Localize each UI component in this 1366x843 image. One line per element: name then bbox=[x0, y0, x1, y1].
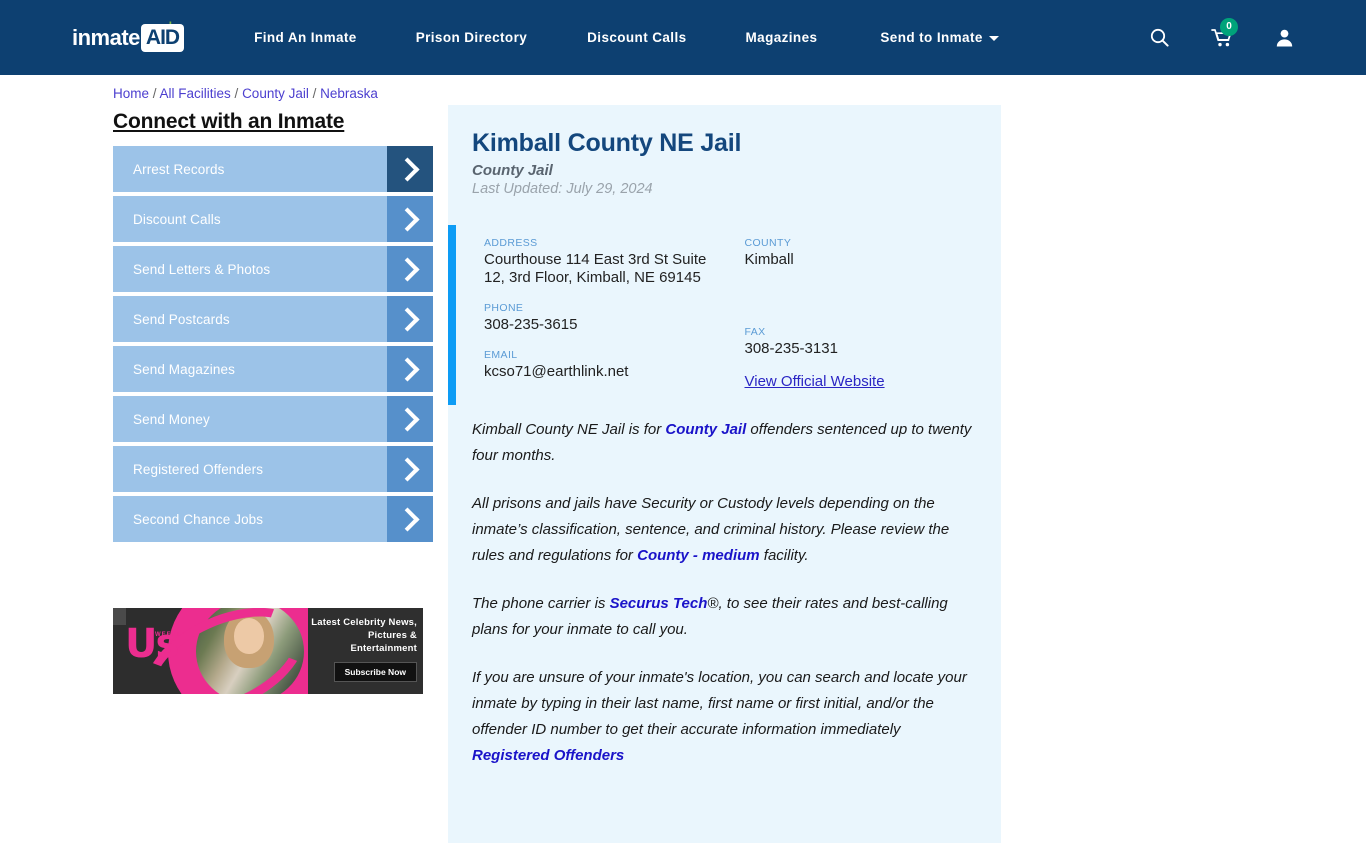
ad-logo: Us bbox=[125, 621, 179, 667]
chevron-right-icon bbox=[387, 446, 433, 492]
ad-subscribe-button[interactable]: Subscribe Now bbox=[333, 662, 417, 682]
sidebar-item-second-chance-jobs[interactable]: Second Chance Jobs bbox=[113, 496, 433, 542]
registered-offenders-link[interactable]: Registered Offenders bbox=[472, 747, 624, 764]
p4-text-a: If you are unsure of your inmate's locat… bbox=[472, 669, 967, 738]
sidebar-item-label: Send Magazines bbox=[133, 361, 235, 377]
site-header: inmate + AID Find An Inmate Prison Direc… bbox=[0, 0, 1366, 75]
county-jail-link[interactable]: County Jail bbox=[665, 421, 746, 438]
sidebar: Connect with an Inmate Arrest Records Di… bbox=[113, 110, 433, 546]
breadcrumb: Home / All Facilities / County Jail / Ne… bbox=[113, 86, 378, 101]
sidebar-item-label: Discount Calls bbox=[133, 211, 221, 227]
header-inner: inmate + AID Find An Inmate Prison Direc… bbox=[0, 0, 1366, 75]
county-medium-link[interactable]: County - medium bbox=[637, 547, 760, 564]
nav-prison-directory[interactable]: Prison Directory bbox=[416, 30, 527, 45]
chevron-right-icon bbox=[387, 196, 433, 242]
breadcrumb-item-county-jail[interactable]: County Jail bbox=[242, 86, 309, 101]
breadcrumb-item-nebraska[interactable]: Nebraska bbox=[320, 86, 378, 101]
facility-type: County Jail bbox=[472, 162, 553, 179]
securus-tech-link[interactable]: Securus Tech bbox=[610, 595, 708, 612]
sidebar-item-label: Send Postcards bbox=[133, 311, 230, 327]
chevron-right-icon bbox=[387, 246, 433, 292]
phone-value: 308-235-3615 bbox=[484, 316, 578, 333]
description-paragraph-4: If you are unsure of your inmate's locat… bbox=[472, 665, 977, 769]
ad-logo-sub: WEEKLY bbox=[155, 632, 187, 638]
email-label: EMAIL bbox=[484, 349, 518, 361]
description-paragraph-1: Kimball County NE Jail is for County Jai… bbox=[472, 417, 977, 469]
facility-info-block: ADDRESS Courthouse 114 East 3rd St Suite… bbox=[448, 225, 1001, 405]
account-icon[interactable] bbox=[1275, 28, 1294, 47]
nav-discount-calls[interactable]: Discount Calls bbox=[587, 30, 686, 45]
sidebar-item-send-letters-photos[interactable]: Send Letters & Photos bbox=[113, 246, 433, 292]
breadcrumb-item-all-facilities[interactable]: All Facilities bbox=[160, 86, 231, 101]
page-title: Kimball County NE Jail bbox=[472, 129, 742, 157]
sidebar-item-registered-offenders[interactable]: Registered Offenders bbox=[113, 446, 433, 492]
chevron-right-icon bbox=[387, 396, 433, 442]
phone-label: PHONE bbox=[484, 302, 524, 314]
county-label: COUNTY bbox=[744, 237, 792, 249]
nav-send-to-inmate[interactable]: Send to Inmate bbox=[880, 30, 999, 45]
email-value: kcso71@earthlink.net bbox=[484, 363, 629, 380]
breadcrumb-separator: / bbox=[230, 86, 243, 101]
chevron-right-icon bbox=[387, 146, 433, 192]
address-label: ADDRESS bbox=[484, 237, 538, 249]
registered-trademark-icon: ® bbox=[707, 595, 719, 612]
nav-magazines[interactable]: Magazines bbox=[746, 30, 818, 45]
fax-label: FAX bbox=[744, 326, 766, 338]
address-value: Courthouse 114 East 3rd St Suite 12, 3rd… bbox=[484, 251, 707, 286]
chevron-right-icon bbox=[387, 346, 433, 392]
main-nav: Find An Inmate Prison Directory Discount… bbox=[254, 30, 1150, 45]
sidebar-item-label: Arrest Records bbox=[133, 161, 225, 177]
description-paragraph-2: All prisons and jails have Security or C… bbox=[472, 491, 977, 569]
chevron-down-icon bbox=[988, 35, 999, 41]
search-icon[interactable] bbox=[1150, 28, 1169, 47]
breadcrumb-item-home[interactable]: Home bbox=[113, 86, 149, 101]
description-paragraph-3: The phone carrier is Securus Tech®, to s… bbox=[472, 591, 977, 643]
cart-icon[interactable]: 0 bbox=[1211, 17, 1238, 48]
logo-aid-box: AID bbox=[140, 23, 185, 52]
sidebar-item-discount-calls[interactable]: Discount Calls bbox=[113, 196, 433, 242]
header-icon-group: 0 bbox=[1150, 17, 1294, 48]
fax-value: 308-235-3131 bbox=[744, 340, 838, 357]
sidebar-item-send-money[interactable]: Send Money bbox=[113, 396, 433, 442]
p2-text-b: facility. bbox=[759, 547, 809, 564]
p1-text-a: Kimball County NE Jail is for bbox=[472, 421, 666, 438]
view-official-website-link[interactable]: View Official Website bbox=[745, 373, 885, 390]
p3-text-a: The phone carrier is bbox=[472, 595, 610, 612]
county-value: Kimball bbox=[744, 251, 794, 268]
site-logo[interactable]: inmate + AID bbox=[72, 18, 185, 53]
sidebar-item-send-postcards[interactable]: Send Postcards bbox=[113, 296, 433, 342]
chevron-right-icon bbox=[387, 296, 433, 342]
breadcrumb-separator: / bbox=[308, 86, 321, 101]
logo-wordmark: inmate bbox=[72, 24, 140, 50]
facility-last-updated: Last Updated: July 29, 2024 bbox=[472, 181, 653, 197]
ad-copy: Latest Celebrity News, Pictures & Entert… bbox=[311, 616, 417, 682]
sidebar-item-arrest-records[interactable]: Arrest Records bbox=[113, 146, 433, 192]
sidebar-heading: Connect with an Inmate bbox=[113, 110, 345, 133]
breadcrumb-separator: / bbox=[149, 86, 160, 101]
facility-panel: Kimball County NE Jail County Jail Last … bbox=[448, 105, 1001, 843]
sidebar-item-label: Send Money bbox=[133, 411, 210, 427]
ad-headline: Latest Celebrity News, Pictures & Entert… bbox=[311, 617, 417, 654]
cart-count-badge: 0 bbox=[1220, 17, 1238, 36]
chevron-right-icon bbox=[387, 496, 433, 542]
advertisement-banner[interactable]: Us WEEKLY Latest Celebrity News, Picture… bbox=[113, 608, 423, 694]
sidebar-item-label: Send Letters & Photos bbox=[133, 261, 271, 277]
facility-info-right-column: COUNTY Kimball FAX 308-235-3131 View Off… bbox=[717, 237, 978, 391]
ad-artwork: Us WEEKLY bbox=[113, 608, 308, 694]
sidebar-item-send-magazines[interactable]: Send Magazines bbox=[113, 346, 433, 392]
sidebar-item-label: Registered Offenders bbox=[133, 461, 264, 477]
nav-find-an-inmate[interactable]: Find An Inmate bbox=[254, 30, 357, 45]
facility-description: Kimball County NE Jail is for County Jai… bbox=[448, 405, 1001, 799]
sidebar-item-label: Second Chance Jobs bbox=[133, 511, 264, 527]
nav-send-to-inmate-label: Send to Inmate bbox=[880, 30, 983, 45]
facility-info-left-column: ADDRESS Courthouse 114 East 3rd St Suite… bbox=[484, 237, 717, 391]
